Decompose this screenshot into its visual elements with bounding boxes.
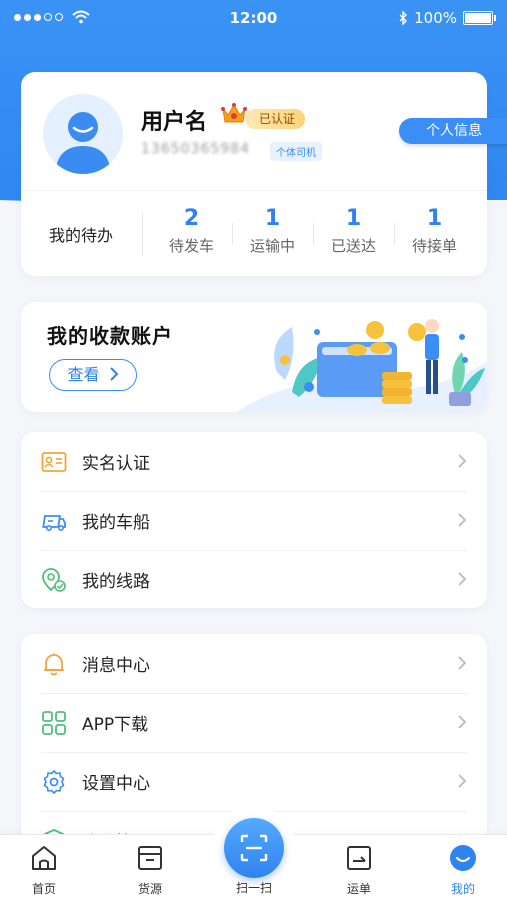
wallet-illustration	[237, 319, 487, 412]
chevron-right-icon	[458, 656, 467, 670]
user-avatar-icon	[55, 112, 111, 174]
menu-item-my-vehicles[interactable]: 我的车船	[21, 491, 487, 550]
stat-delivered[interactable]: 1 已送达	[313, 197, 394, 269]
menu-item-message-center[interactable]: 消息中心	[21, 634, 487, 693]
phone-number: 13650365984	[141, 141, 250, 157]
waybill-icon	[347, 846, 371, 870]
menu-item-real-name-auth[interactable]: 实名认证	[21, 432, 487, 491]
truck-icon	[42, 515, 66, 531]
stat-label: 待接单	[411, 237, 457, 255]
grid-icon	[42, 711, 66, 735]
stat-value: 2	[183, 206, 200, 231]
menu-item-label: 实名认证	[82, 454, 150, 474]
gear-icon	[43, 770, 65, 794]
menu-item-label: 我的线路	[82, 572, 150, 592]
tab-label: 首页	[31, 882, 56, 896]
tab-mine[interactable]: 我的	[423, 843, 503, 897]
stat-in-transit[interactable]: 1 运输中	[232, 197, 313, 269]
profile-card: 用户名 已认证 13650365984 个体司机 个人信息 我的待办 2 待发车…	[21, 72, 507, 276]
menu-item-my-routes[interactable]: 我的线路	[21, 550, 487, 609]
stat-label: 运输中	[249, 237, 295, 255]
stat-value: 1	[264, 206, 281, 231]
bluetooth-icon	[399, 11, 408, 25]
mine-icon	[450, 845, 476, 871]
view-account-button[interactable]: 查看	[49, 359, 137, 391]
crown-icon	[221, 103, 247, 123]
chevron-right-icon	[458, 774, 467, 788]
tab-label: 我的	[450, 882, 475, 896]
status-bar: 12:00 100%	[0, 0, 507, 36]
scan-button[interactable]	[224, 818, 284, 878]
view-button-label: 查看	[67, 365, 100, 384]
todo-stats: 2 待发车 1 运输中 1 已送达 1 待接单	[151, 197, 475, 269]
battery-icon	[463, 11, 496, 25]
id-card-icon	[41, 452, 67, 472]
tab-goods[interactable]: 货源	[110, 843, 190, 897]
tab-home[interactable]: 首页	[4, 843, 84, 897]
tab-label: 货源	[137, 882, 162, 896]
menu-item-label: 设置中心	[82, 774, 150, 794]
box-icon	[138, 846, 162, 870]
route-icon	[42, 568, 66, 592]
chevron-right-icon	[458, 715, 467, 729]
tab-label: 运单	[346, 882, 371, 896]
scan-icon	[240, 834, 268, 862]
scan-label: 扫一扫	[235, 881, 272, 895]
bell-icon	[44, 653, 64, 676]
stat-label: 已送达	[330, 237, 376, 255]
home-icon	[32, 846, 56, 870]
menu-item-app-download[interactable]: APP下载	[21, 693, 487, 752]
todo-label: 我的待办	[48, 225, 113, 245]
menu-item-settings[interactable]: 设置中心	[21, 752, 487, 811]
username: 用户名	[141, 110, 208, 135]
stat-pending-departure[interactable]: 2 待发车	[151, 197, 232, 269]
stat-label: 待发车	[168, 237, 214, 255]
chevron-right-icon	[458, 454, 467, 468]
menu-item-label: 我的车船	[82, 513, 150, 533]
battery-percent: 100%	[414, 9, 457, 27]
chevron-right-icon	[458, 513, 467, 527]
role-tag: 个体司机	[270, 142, 322, 161]
menu-item-label: 消息中心	[82, 656, 150, 676]
stat-pending-accept[interactable]: 1 待接单	[394, 197, 475, 269]
chevron-right-icon	[109, 367, 118, 381]
chevron-right-icon	[458, 572, 467, 586]
menu-item-label: APP下载	[82, 715, 149, 735]
avatar[interactable]	[43, 94, 123, 174]
stat-value: 1	[345, 206, 362, 231]
verified-badge: 已认证	[245, 109, 306, 129]
tab-waybill[interactable]: 运单	[319, 843, 399, 897]
payment-account-card[interactable]: 我的收款账户 查看	[21, 302, 487, 412]
stat-value: 1	[426, 206, 443, 231]
personal-info-button[interactable]: 个人信息	[399, 118, 507, 144]
account-title: 我的收款账户	[47, 324, 173, 348]
menu-group-primary: 实名认证 我的车船 我的线路	[21, 432, 487, 608]
divider	[142, 212, 143, 256]
